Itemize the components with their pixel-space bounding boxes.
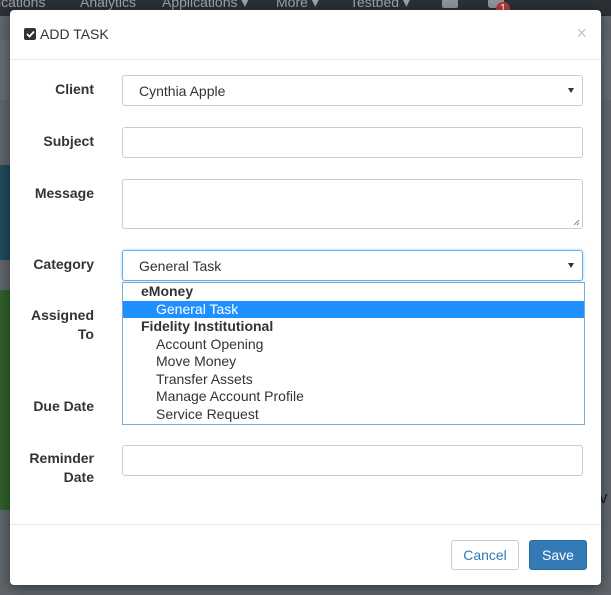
- option-general-task[interactable]: General Task: [123, 300, 584, 318]
- modal-header: ADD TASK ×: [10, 10, 601, 60]
- modal-footer: Cancel Save: [10, 524, 601, 586]
- client-value: Cynthia Apple: [139, 83, 226, 99]
- add-task-modal: ADD TASK × Client Cynthia Apple Subject …: [10, 10, 601, 585]
- due-date-label: Due Date: [33, 398, 94, 414]
- cancel-button[interactable]: Cancel: [451, 540, 519, 570]
- chevron-down-icon: [568, 263, 574, 268]
- reminder-date-input[interactable]: [122, 445, 583, 476]
- option-transfer-assets[interactable]: Transfer Assets: [123, 371, 584, 389]
- resize-handle-icon[interactable]: [572, 218, 580, 226]
- checkbox-icon: [24, 28, 36, 40]
- category-select[interactable]: General Task: [122, 250, 583, 281]
- nav-item-analytics: Analytics: [80, 0, 137, 10]
- category-dropdown-list: eMoney General Task Fidelity Institution…: [122, 282, 585, 425]
- option-account-opening[interactable]: Account Opening: [123, 336, 584, 354]
- subject-input[interactable]: [122, 127, 583, 158]
- option-move-money[interactable]: Move Money: [123, 353, 584, 371]
- assigned-to-label-line2: To: [77, 326, 94, 342]
- background-panel-teal: [0, 165, 10, 260]
- reminder-date-label-line2: Date: [63, 469, 94, 485]
- option-manage-account-profile[interactable]: Manage Account Profile: [123, 388, 584, 406]
- close-button[interactable]: ×: [576, 23, 587, 44]
- message-label: Message: [34, 185, 94, 201]
- category-label: Category: [33, 256, 94, 272]
- assigned-to-label: Assigned To: [10, 306, 94, 344]
- option-service-request[interactable]: Service Request: [123, 406, 584, 424]
- background-panel-green: [0, 290, 10, 510]
- subject-label: Subject: [43, 133, 94, 149]
- client-label: Client: [55, 81, 94, 97]
- bell-icon: [442, 0, 458, 8]
- option-group-emoney: eMoney: [141, 283, 194, 299]
- client-select[interactable]: Cynthia Apple: [122, 75, 583, 106]
- category-value: General Task: [139, 258, 222, 274]
- modal-title-wrap: ADD TASK: [24, 26, 109, 42]
- chevron-down-icon: [568, 88, 574, 93]
- modal-title: ADD TASK: [40, 26, 109, 42]
- assigned-to-label-line1: Assigned: [30, 307, 94, 323]
- save-button[interactable]: Save: [529, 540, 587, 570]
- option-group-fidelity-institutional: Fidelity Institutional: [141, 318, 274, 334]
- reminder-date-label-line1: Reminder: [29, 450, 94, 466]
- nav-item-applications-partial: ications: [0, 0, 46, 10]
- message-textarea[interactable]: [122, 179, 583, 229]
- reminder-date-label: Reminder Date: [10, 449, 94, 487]
